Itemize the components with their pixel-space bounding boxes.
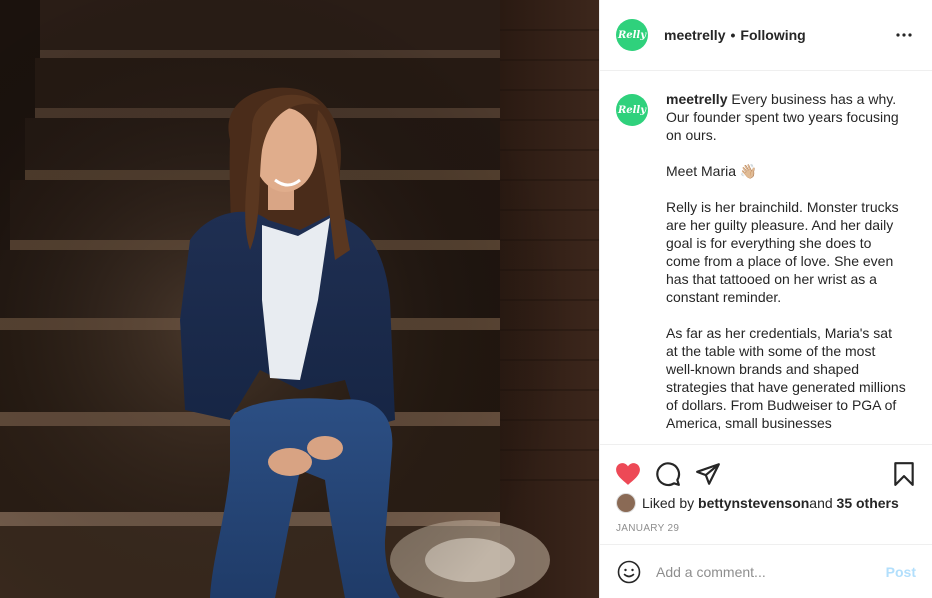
post-date[interactable]: JANUARY 29: [600, 513, 932, 534]
paper-plane-icon[interactable]: [694, 460, 722, 488]
post-actions: Liked by bettynstevenson and 35 others J…: [600, 444, 932, 544]
comment-bubble-icon[interactable]: [654, 460, 682, 488]
more-horizontal-icon[interactable]: [892, 23, 916, 47]
caption-paragraph: Meet Maria 👋🏼: [666, 163, 758, 179]
liked-by-user-link[interactable]: bettynstevenson: [698, 495, 809, 511]
avatar-logo-text: Relly: [617, 29, 647, 41]
post-comment-button[interactable]: Post: [886, 564, 916, 580]
liked-by-prefix: Liked by: [642, 495, 695, 511]
post-sidebar: Relly meetrelly • Following Relly meetre…: [599, 0, 932, 598]
post-photo[interactable]: [0, 0, 599, 598]
following-button[interactable]: Following: [740, 27, 805, 43]
caption-text: meetrelly Every business has a why. Our …: [666, 90, 906, 444]
liked-by-others-link[interactable]: 35 others: [837, 495, 899, 511]
caption-paragraph: As far as her credentials, Maria's sat a…: [666, 325, 906, 431]
comment-composer: Post: [600, 544, 932, 598]
bookmark-icon[interactable]: [890, 460, 918, 488]
caption-paragraph: meetrelly Every business has a why. Our …: [666, 90, 906, 144]
caption-username[interactable]: meetrelly: [666, 91, 727, 107]
liked-by-and: and: [809, 495, 833, 511]
caption-avatar-logo-text: Relly: [617, 104, 647, 116]
likes-summary: Liked by bettynstevenson and 35 others: [600, 493, 932, 513]
caption-avatar[interactable]: Relly: [616, 94, 648, 126]
caption-row: Relly meetrelly Every business has a why…: [616, 90, 916, 444]
heart-filled-icon[interactable]: [614, 460, 642, 488]
action-icons-row: [600, 445, 932, 493]
comment-input[interactable]: [656, 563, 886, 580]
header-username[interactable]: meetrelly: [664, 27, 725, 43]
photo-woman-on-stairs: [0, 0, 599, 598]
liker-avatar[interactable]: [616, 493, 636, 513]
post-header: Relly meetrelly • Following: [600, 0, 932, 71]
avatar[interactable]: Relly: [616, 19, 648, 51]
caption-paragraph: Relly is her brainchild. Monster trucks …: [666, 199, 899, 305]
caption-scroll-area[interactable]: Relly meetrelly Every business has a why…: [600, 72, 932, 444]
smiley-icon[interactable]: [616, 559, 642, 585]
header-separator: •: [730, 27, 736, 43]
